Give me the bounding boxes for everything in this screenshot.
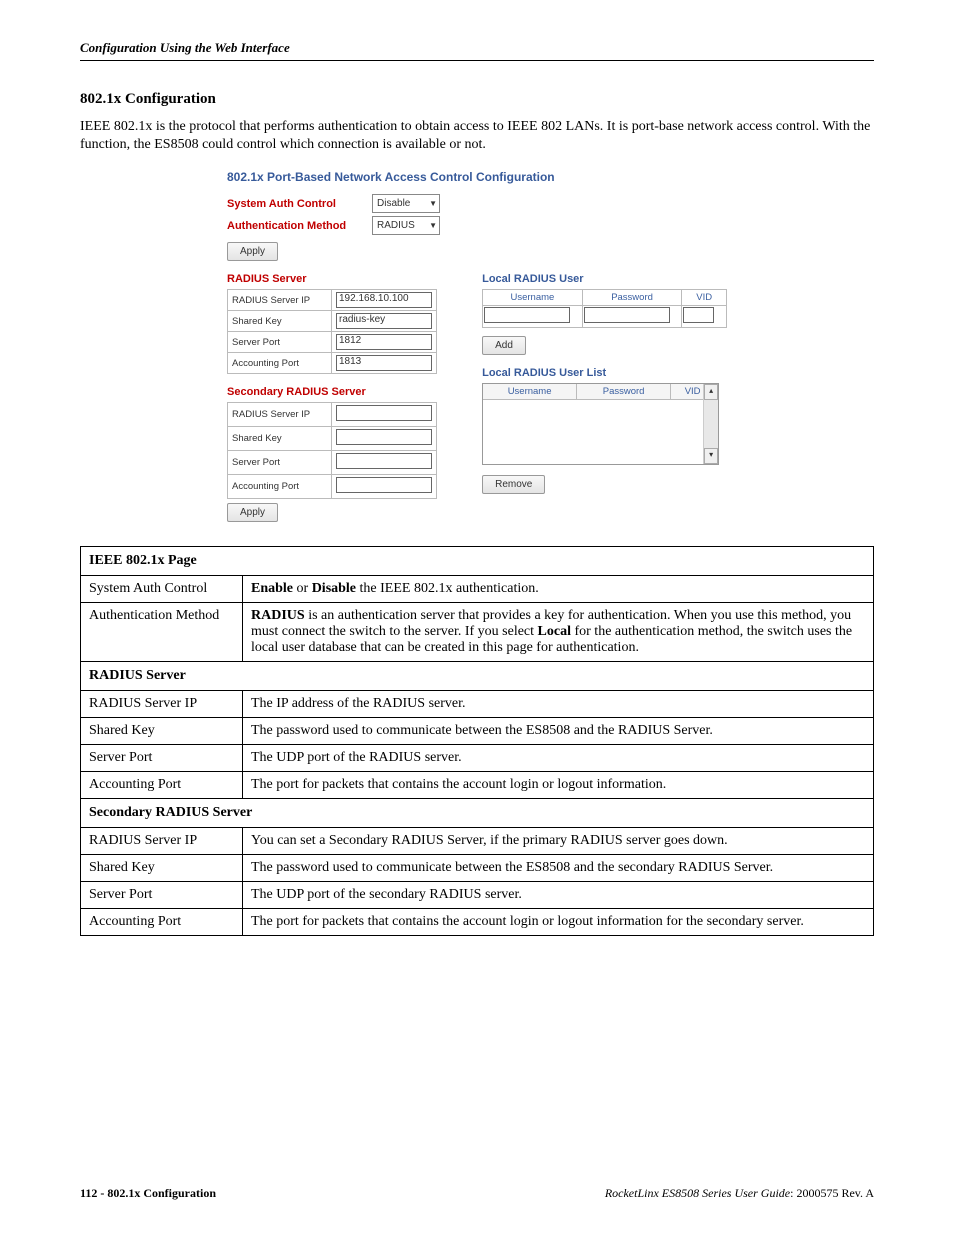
radius-server-table: RADIUS Server IP192.168.10.100 Shared Ke… <box>227 289 437 374</box>
apply-button-bottom[interactable]: Apply <box>227 503 278 522</box>
scroll-up-icon[interactable]: ▴ <box>704 384 718 400</box>
radius-ip-input[interactable]: 192.168.10.100 <box>336 292 432 308</box>
table-desc: The IP address of the RADIUS server. <box>243 691 874 718</box>
table-desc: The password used to communicate between… <box>243 718 874 745</box>
table-section-head: Secondary RADIUS Server <box>81 799 874 828</box>
username-input[interactable] <box>484 307 570 323</box>
auth-method-select[interactable]: RADIUS ▼ <box>372 216 440 235</box>
table-cell: Shared Key <box>228 427 332 451</box>
secondary-radius-head: Secondary RADIUS Server <box>227 386 462 398</box>
table-label: Server Port <box>81 882 243 909</box>
auth-method-label: Authentication Method <box>227 220 372 232</box>
table-cell: Shared Key <box>228 311 332 332</box>
footer-rev: : 2000575 Rev. A <box>790 1186 874 1200</box>
table-label: RADIUS Server IP <box>81 691 243 718</box>
user-list-box[interactable]: Username Password VID ▴ ▾ <box>482 383 719 465</box>
table-label: Shared Key <box>81 855 243 882</box>
table-label: Authentication Method <box>81 603 243 662</box>
table-label: Server Port <box>81 745 243 772</box>
table-label: System Auth Control <box>81 576 243 603</box>
sec-radius-ip-input[interactable] <box>336 405 432 421</box>
col-username: Username <box>483 290 583 306</box>
apply-button-top[interactable]: Apply <box>227 242 278 261</box>
table-section-head: RADIUS Server <box>81 662 874 691</box>
table-cell: Accounting Port <box>228 353 332 374</box>
local-user-table: Username Password VID <box>482 289 727 328</box>
table-label: RADIUS Server IP <box>81 828 243 855</box>
vid-input[interactable] <box>683 307 714 323</box>
auth-method-value: RADIUS <box>377 220 415 231</box>
footer-title: RocketLinx ES8508 Series User Guide <box>605 1186 790 1200</box>
table-label: Accounting Port <box>81 909 243 936</box>
intro-paragraph: IEEE 802.1x is the protocol that perform… <box>80 118 874 154</box>
section-heading: 802.1x Configuration <box>80 91 874 108</box>
table-cell: RADIUS Server IP <box>228 290 332 311</box>
table-desc: The UDP port of the RADIUS server. <box>243 745 874 772</box>
table-label: Accounting Port <box>81 772 243 799</box>
table-desc: Enable or Disable the IEEE 802.1x authen… <box>243 576 874 603</box>
sys-auth-select[interactable]: Disable ▼ <box>372 194 440 213</box>
radius-server-head: RADIUS Server <box>227 273 462 285</box>
shared-key-input[interactable]: radius-key <box>336 313 432 329</box>
scrollbar[interactable]: ▴ ▾ <box>703 384 718 464</box>
table-desc: The UDP port of the secondary RADIUS ser… <box>243 882 874 909</box>
list-col-username: Username <box>483 384 577 400</box>
chevron-down-icon: ▼ <box>429 221 437 230</box>
sec-accounting-port-input[interactable] <box>336 477 432 493</box>
server-port-input[interactable]: 1812 <box>336 334 432 350</box>
scroll-down-icon[interactable]: ▾ <box>704 448 718 464</box>
footer-page-label: 112 - 802.1x Configuration <box>80 1186 216 1201</box>
sys-auth-value: Disable <box>377 198 410 209</box>
sec-shared-key-input[interactable] <box>336 429 432 445</box>
page-footer: 112 - 802.1x Configuration RocketLinx ES… <box>80 1186 874 1201</box>
screenshot-title: 802.1x Port-Based Network Access Control… <box>227 170 727 184</box>
local-user-head: Local RADIUS User <box>482 273 727 285</box>
table-cell: Accounting Port <box>228 475 332 499</box>
config-screenshot: 802.1x Port-Based Network Access Control… <box>227 170 727 522</box>
table-cell: RADIUS Server IP <box>228 403 332 427</box>
accounting-port-input[interactable]: 1813 <box>336 355 432 371</box>
list-col-password: Password <box>577 384 671 400</box>
local-user-list-head: Local RADIUS User List <box>482 367 727 379</box>
col-password: Password <box>582 290 682 306</box>
table-label: Shared Key <box>81 718 243 745</box>
reference-table: IEEE 802.1x Page System Auth Control Ena… <box>80 546 874 936</box>
table-desc: The password used to communicate between… <box>243 855 874 882</box>
table-desc: The port for packets that contains the a… <box>243 772 874 799</box>
col-vid: VID <box>682 290 727 306</box>
secondary-radius-table: RADIUS Server IP Shared Key Server Port … <box>227 402 437 499</box>
chevron-down-icon: ▼ <box>429 199 437 208</box>
page-header: Configuration Using the Web Interface <box>80 40 874 61</box>
table-desc: You can set a Secondary RADIUS Server, i… <box>243 828 874 855</box>
table-desc: The port for packets that contains the a… <box>243 909 874 936</box>
remove-button[interactable]: Remove <box>482 475 545 494</box>
footer-guide: RocketLinx ES8508 Series User Guide: 200… <box>605 1186 874 1201</box>
table-cell: Server Port <box>228 332 332 353</box>
password-input[interactable] <box>584 307 670 323</box>
table-desc: RADIUS is an authentication server that … <box>243 603 874 662</box>
add-button[interactable]: Add <box>482 336 526 355</box>
table-header: IEEE 802.1x Page <box>81 547 874 576</box>
table-cell: Server Port <box>228 451 332 475</box>
sys-auth-label: System Auth Control <box>227 198 372 210</box>
sec-server-port-input[interactable] <box>336 453 432 469</box>
